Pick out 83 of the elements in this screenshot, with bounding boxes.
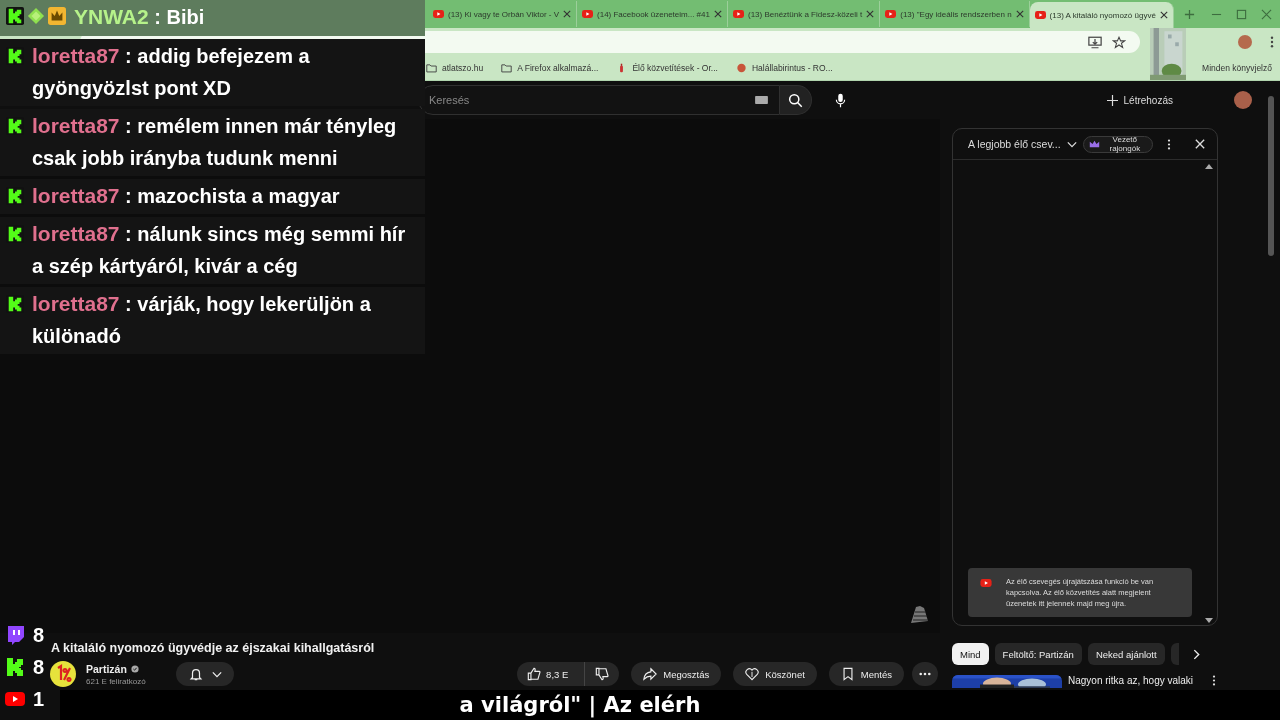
chat-message: loretta87 : várják, hogy lekerüljön a különadó <box>32 291 372 349</box>
search-button[interactable] <box>780 85 812 115</box>
new-tab-icon[interactable] <box>1183 8 1195 20</box>
kick-icon <box>5 657 25 677</box>
thumbs-up-icon <box>527 667 542 681</box>
kick-icon <box>6 295 24 313</box>
browser-tab[interactable]: (13) A kitaláló nyomozó ügyvé <box>1029 2 1174 28</box>
viewer-count: 8 <box>33 655 45 679</box>
kick-icon <box>6 47 24 65</box>
profile-avatar[interactable] <box>1238 35 1252 49</box>
chat-message: YNWA2 : Bibi <box>74 4 206 30</box>
folder-icon <box>426 63 437 73</box>
share-button[interactable]: Megosztás <box>631 662 722 686</box>
browser-tab[interactable]: (13) Benéztünk a Fidesz-közeli t <box>727 1 881 27</box>
star-icon[interactable] <box>1112 35 1126 49</box>
notification-button[interactable] <box>175 662 234 686</box>
thanks-button[interactable]: Köszönet <box>733 662 817 686</box>
thumbs-down-icon <box>595 667 610 681</box>
install-icon[interactable] <box>1088 35 1102 49</box>
chevron-right-icon[interactable] <box>1192 648 1200 660</box>
chat-message: loretta87 : nálunk sincs még semmi hír a szép kártyáról, kivár a cég <box>32 221 407 279</box>
viewer-count: 1 <box>33 687 45 711</box>
close-icon[interactable] <box>1159 11 1168 19</box>
crown-icon <box>48 7 66 25</box>
bookmark[interactable]: Halállabirintus - RO... <box>735 63 833 73</box>
all-bookmarks-label[interactable]: Minden könyvjelző <box>1202 63 1272 73</box>
channel-name[interactable]: Partizán <box>86 662 146 675</box>
bookmark[interactable]: Élő közvetítések - Or... <box>616 63 718 73</box>
bookmark[interactable]: atlatszo.hu <box>426 63 484 73</box>
channel-avatar[interactable] <box>50 661 76 687</box>
maximize-icon[interactable] <box>1236 8 1247 20</box>
more-icon[interactable] <box>1167 138 1171 150</box>
youtube-icon <box>1034 11 1046 19</box>
more-icon[interactable] <box>1212 675 1216 686</box>
kick-icon <box>6 7 24 25</box>
chat-message: loretta87 : mazochista a magyar <box>32 183 341 209</box>
chevron-down-icon[interactable] <box>1066 140 1077 148</box>
chat-mode-label[interactable]: A legjobb élő csev... <box>968 138 1061 150</box>
filter-chip[interactable]: Feltöltő: Partizán <box>994 643 1082 665</box>
ticker-text: a világról" | Az elérh <box>459 693 701 717</box>
kick-icon <box>6 187 24 205</box>
diamond-icon <box>27 7 45 25</box>
bookmark[interactable]: A Firefox alkalmazá... <box>501 63 599 73</box>
circle-icon <box>735 63 747 73</box>
youtube-icon <box>5 689 25 709</box>
scroll-up-icon[interactable] <box>1205 164 1213 169</box>
chat-message: loretta87 : remélem innen már tényleg csak jobb irányba tudunk menni <box>32 113 398 171</box>
chat-message: loretta87 : addig befejezem a gyöngyözlst pont XD <box>32 43 311 101</box>
youtube-icon <box>980 579 992 587</box>
create-button[interactable]: Létrehozás <box>1100 93 1179 107</box>
bookmark-icon <box>840 667 855 681</box>
more-button[interactable] <box>912 662 938 686</box>
video-title[interactable]: Nagyon ritka az, hogy valaki <box>1068 675 1194 686</box>
top-fans-chip[interactable]: Vezető rajongók <box>1082 135 1153 153</box>
subscriber-count: 621 E feliratkozó <box>86 676 146 686</box>
browser-tab[interactable]: (13) "Egy ideális rendszerben n <box>880 1 1030 27</box>
more-icon <box>919 672 931 676</box>
chevron-down-icon <box>211 670 222 678</box>
youtube-icon <box>885 10 897 18</box>
twitch-icon <box>5 625 25 645</box>
heart-dollar-icon <box>745 667 760 681</box>
scroll-down-icon[interactable] <box>1205 618 1213 623</box>
crown-icon <box>1088 140 1100 148</box>
browser-tab[interactable]: (14) Facebook üzeneteim... #41 <box>577 1 728 27</box>
search-icon <box>788 92 803 108</box>
save-button[interactable]: Mentés <box>828 662 904 686</box>
viewer-count: 8 <box>33 623 45 647</box>
browser-tab[interactable]: (13) Ki vagy te Orbán Viktor - V <box>428 1 577 27</box>
share-icon <box>643 667 658 681</box>
microphone-icon[interactable] <box>835 92 846 108</box>
filter-chip[interactable]: Neked ajánlott <box>1087 643 1165 665</box>
folder-icon <box>501 63 513 73</box>
filter-chip[interactable]: Mind <box>952 643 989 665</box>
kick-icon <box>6 225 24 243</box>
youtube-icon <box>732 10 744 18</box>
more-icon[interactable] <box>1270 36 1274 48</box>
verified-icon <box>130 664 139 673</box>
avatar[interactable] <box>1234 91 1252 109</box>
youtube-icon <box>582 10 593 18</box>
kick-icon <box>6 117 24 135</box>
plus-icon <box>1106 94 1118 106</box>
video-title: A kitaláló nyomozó ügyvédje az éjszakai kihallgatásról <box>50 641 376 655</box>
youtube-icon <box>433 10 444 18</box>
